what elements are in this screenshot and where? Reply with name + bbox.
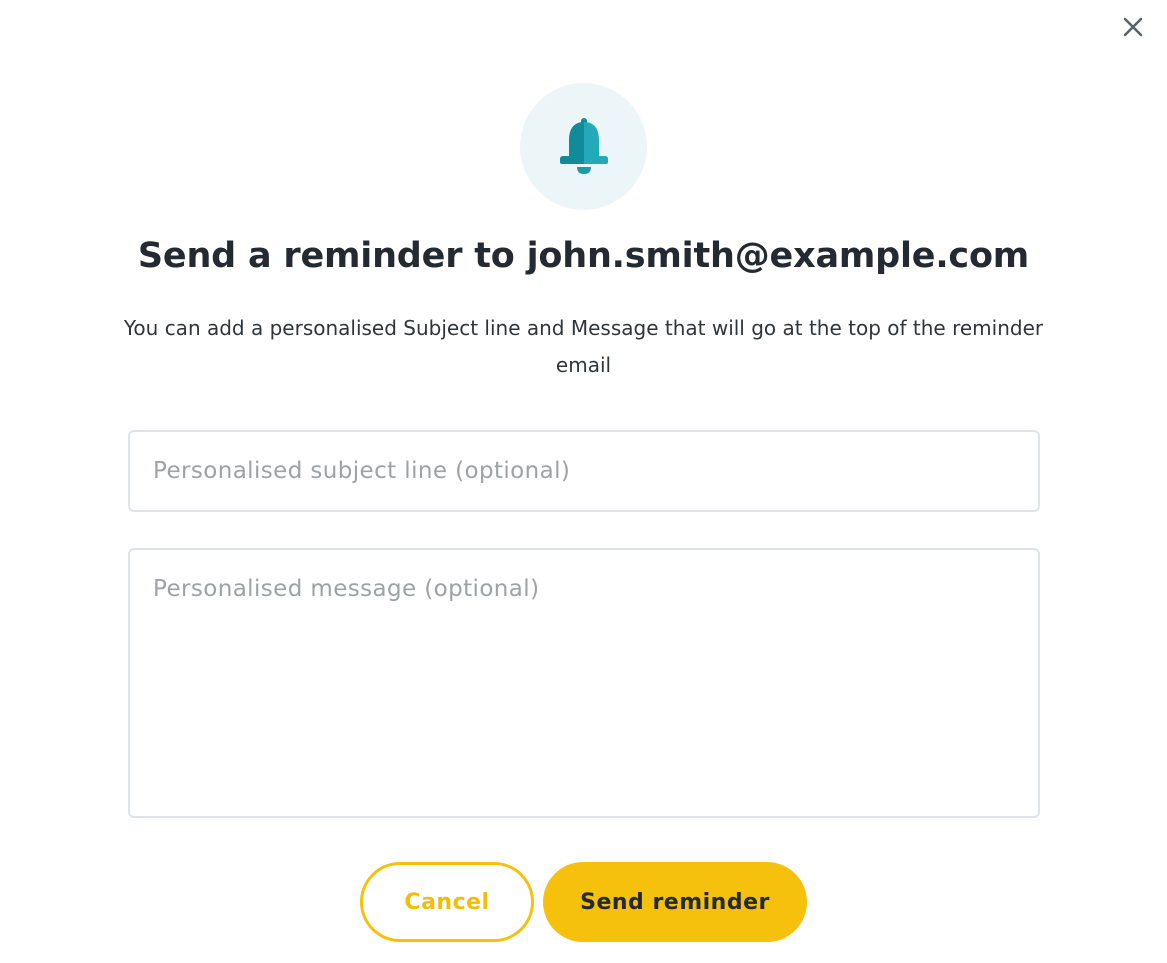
cancel-button[interactable]: Cancel — [360, 862, 534, 942]
close-button[interactable] — [1119, 13, 1147, 41]
bell-icon — [559, 117, 608, 174]
send-reminder-button[interactable]: Send reminder — [543, 862, 807, 942]
header-icon-badge — [520, 83, 647, 210]
send-reminder-dialog: Send a reminder to john.smith@example.co… — [0, 0, 1167, 963]
subject-line-input[interactable] — [128, 430, 1040, 512]
dialog-description: You can add a personalised Subject line … — [123, 316, 1044, 377]
close-icon — [1123, 17, 1143, 37]
message-textarea[interactable] — [128, 548, 1040, 818]
dialog-title: Send a reminder to john.smith@example.co… — [137, 236, 1030, 276]
